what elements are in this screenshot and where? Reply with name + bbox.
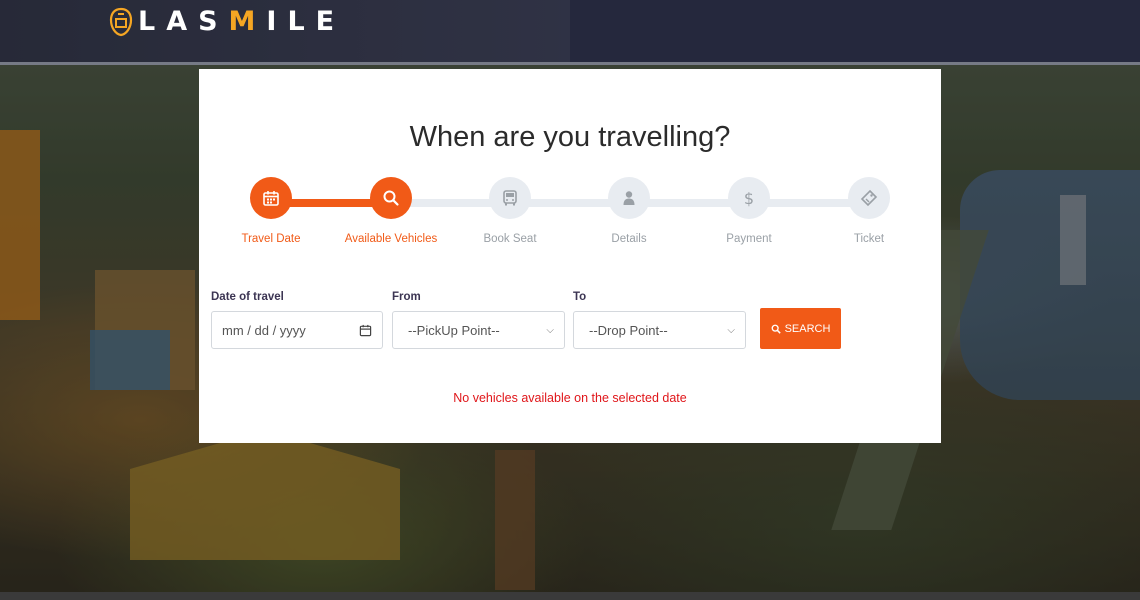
bus-icon bbox=[503, 190, 517, 206]
step-book-seat[interactable]: Book Seat bbox=[460, 177, 560, 245]
ticket-icon bbox=[860, 189, 878, 207]
from-label: From bbox=[392, 291, 421, 303]
date-field: Date of travel mm / dd / yyyy bbox=[211, 291, 383, 349]
user-icon bbox=[623, 191, 635, 205]
search-icon bbox=[383, 190, 399, 206]
step-circle bbox=[608, 177, 650, 219]
step-circle bbox=[489, 177, 531, 219]
site-header: LASMILE bbox=[0, 0, 1140, 62]
pickup-select-value: --PickUp Point-- bbox=[408, 322, 500, 338]
step-details[interactable]: Details bbox=[579, 177, 679, 245]
brand-name-suffix: ILE bbox=[266, 6, 346, 37]
brand-name: LASMILE bbox=[138, 6, 345, 37]
step-label: Details bbox=[611, 233, 647, 245]
logo-mark-icon bbox=[109, 7, 133, 36]
step-available-vehicles[interactable]: Available Vehicles bbox=[341, 177, 441, 245]
no-vehicles-message: No vehicles available on the selected da… bbox=[453, 391, 687, 405]
page-title: When are you travelling? bbox=[409, 121, 731, 153]
step-circle bbox=[250, 177, 292, 219]
dollar-icon: $ bbox=[744, 189, 754, 207]
search-button-label: SEARCH bbox=[784, 322, 831, 335]
step-label: Book Seat bbox=[483, 233, 537, 245]
calendar-picker-icon[interactable] bbox=[359, 324, 372, 337]
step-label: Available Vehicles bbox=[344, 233, 438, 245]
date-label: Date of travel bbox=[211, 291, 284, 303]
step-ticket[interactable]: Ticket bbox=[819, 177, 919, 245]
step-label: Travel Date bbox=[241, 233, 301, 245]
step-label: Ticket bbox=[853, 233, 885, 245]
date-placeholder: mm / dd / yyyy bbox=[222, 322, 306, 338]
calendar-icon bbox=[263, 191, 279, 206]
brand-name-prefix: LAS bbox=[138, 6, 229, 37]
date-input[interactable]: mm / dd / yyyy bbox=[211, 311, 383, 349]
search-button[interactable]: SEARCH bbox=[760, 308, 841, 349]
svg-text:$: $ bbox=[744, 189, 754, 207]
chevron-down-icon: ⌵ bbox=[727, 324, 735, 336]
brand-logo[interactable]: LASMILE bbox=[108, 6, 345, 37]
bottom-bar bbox=[0, 592, 1140, 600]
from-field: From --PickUp Point-- ⌵ bbox=[392, 291, 565, 349]
to-label: To bbox=[573, 291, 587, 303]
booking-stepper: Travel Date Available Vehicles Book Seat… bbox=[199, 177, 941, 257]
step-circle bbox=[848, 177, 890, 219]
step-circle bbox=[370, 177, 412, 219]
step-circle: $ bbox=[728, 177, 770, 219]
chevron-down-icon: ⌵ bbox=[546, 324, 554, 336]
search-icon bbox=[771, 324, 781, 334]
step-travel-date[interactable]: Travel Date bbox=[221, 177, 321, 245]
brand-name-accent: M bbox=[228, 6, 267, 37]
step-label: Payment bbox=[726, 233, 772, 245]
pickup-select[interactable]: --PickUp Point-- ⌵ bbox=[392, 311, 565, 349]
step-payment[interactable]: $ Payment bbox=[699, 177, 799, 245]
dropoff-select-value: --Drop Point-- bbox=[589, 322, 668, 338]
dropoff-select[interactable]: --Drop Point-- ⌵ bbox=[573, 311, 746, 349]
booking-card: When are you travelling? Travel Date Ava… bbox=[199, 69, 941, 443]
to-field: To --Drop Point-- ⌵ bbox=[573, 291, 746, 349]
